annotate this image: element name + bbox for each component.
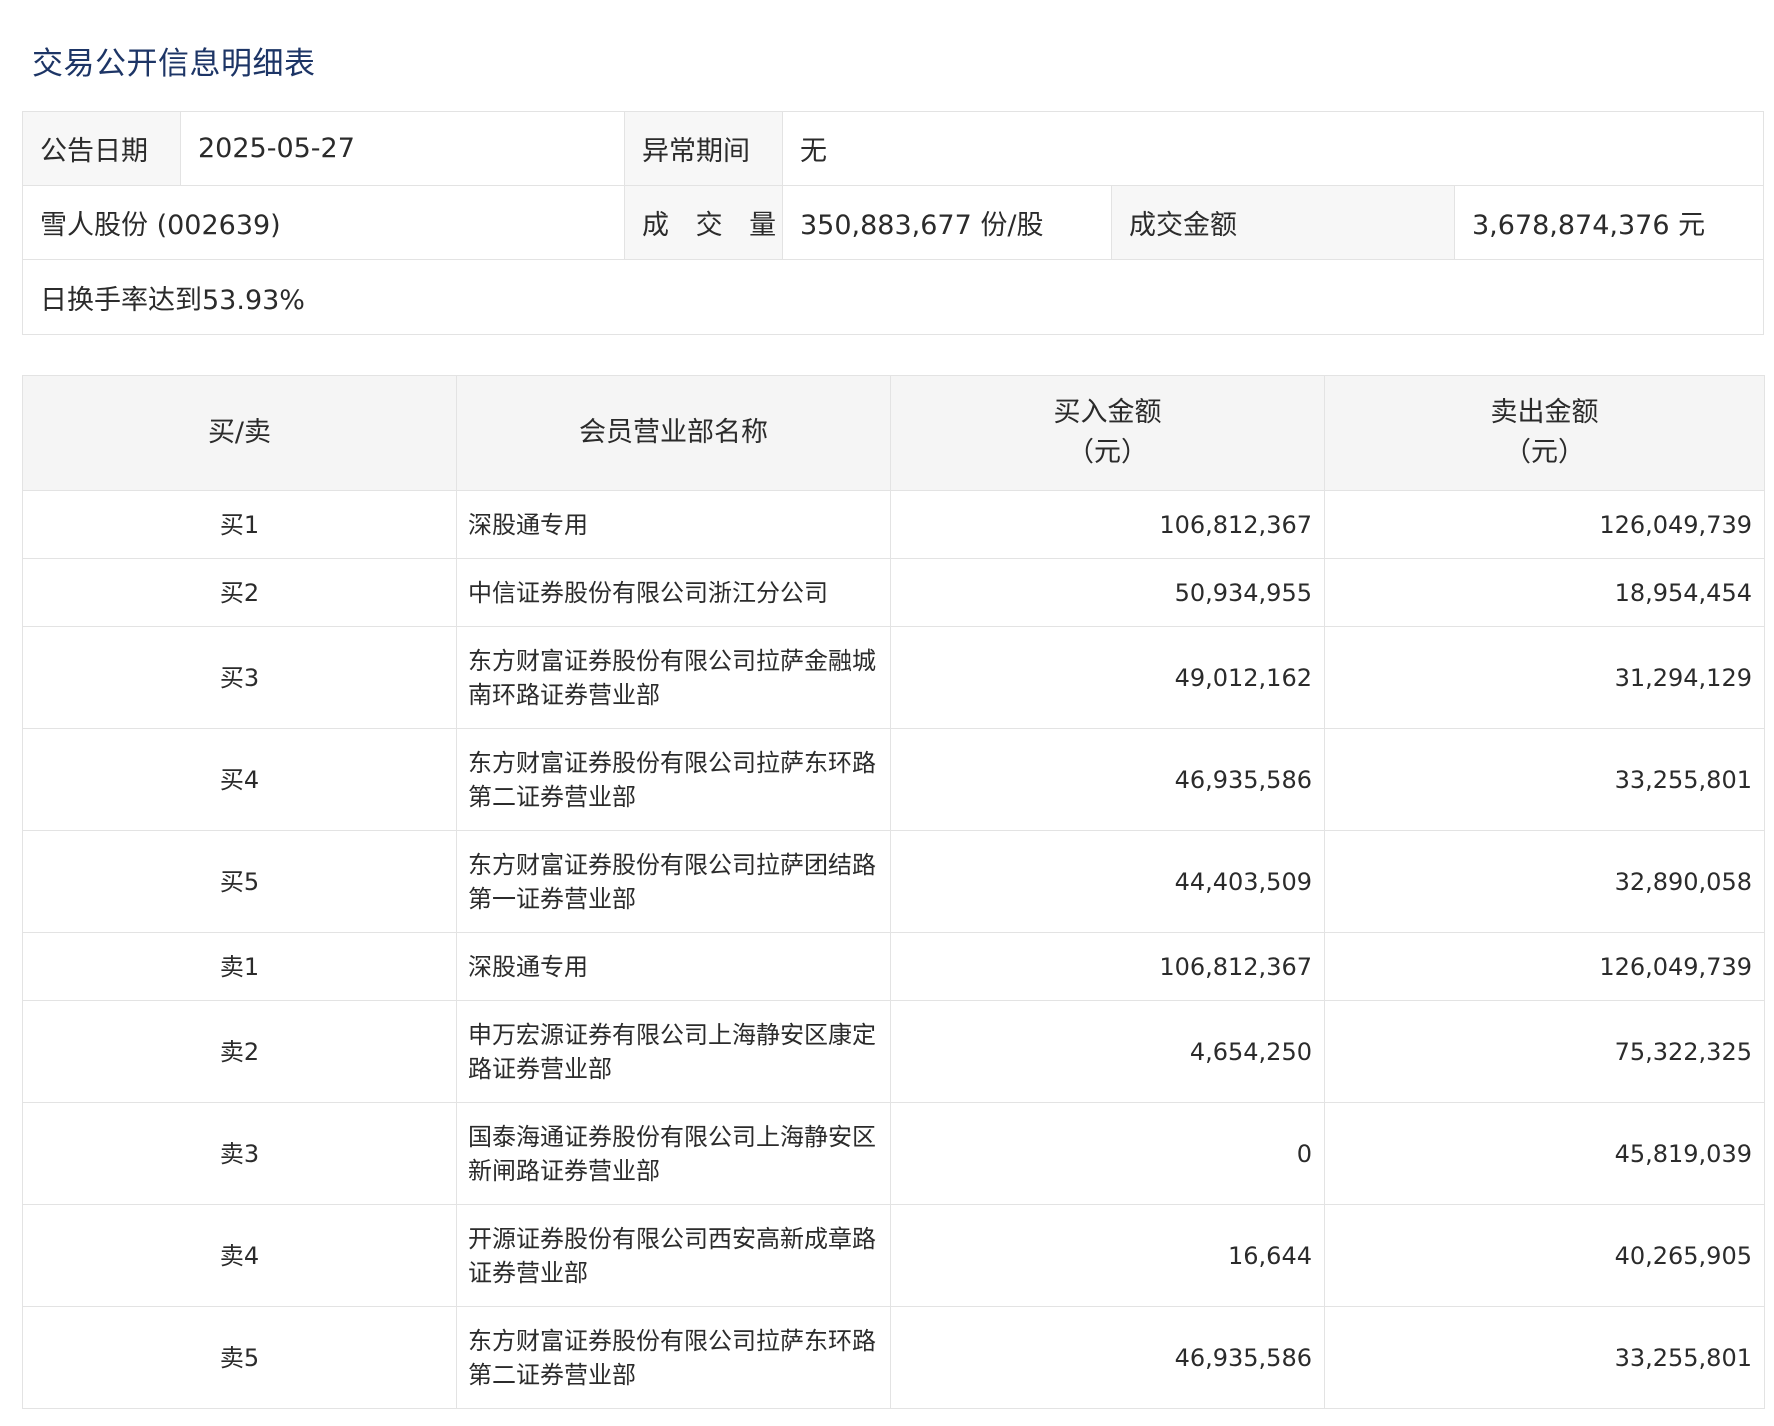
- stock-name: 雪人股份 (002639): [23, 186, 625, 259]
- row-side: 买3: [22, 626, 457, 729]
- row-buy-amount: 50,934,955: [890, 558, 1325, 627]
- row-buy-amount: 49,012,162: [890, 626, 1325, 729]
- row-buy-amount: 44,403,509: [890, 830, 1325, 933]
- detail-header-row: 买/卖 会员营业部名称 买入金额 （元） 卖出金额 （元）: [22, 375, 1765, 491]
- row-buy-amount: 0: [890, 1102, 1325, 1205]
- table-row: 卖2 申万宏源证券有限公司上海静安区康定路证券营业部 4,654,250 75,…: [22, 1000, 1765, 1103]
- row-member-name: 深股通专用: [456, 932, 891, 1001]
- row-side: 买1: [22, 490, 457, 559]
- row-sell-amount: 18,954,454: [1324, 558, 1765, 627]
- abnormal-period-value: 无: [783, 112, 1763, 185]
- summary-row-date: 公告日期 2025-05-27 异常期间 无: [23, 112, 1763, 186]
- header-buy-unit: （元）: [1067, 437, 1148, 468]
- row-side: 卖3: [22, 1102, 457, 1205]
- row-member-name: 东方财富证券股份有限公司拉萨东环路第二证券营业部: [456, 728, 891, 831]
- row-side: 买5: [22, 830, 457, 933]
- turnover-label: 成交金额: [1112, 186, 1455, 259]
- row-side: 买2: [22, 558, 457, 627]
- header-buy-amount: 买入金额 （元）: [890, 375, 1325, 491]
- volume-value: 350,883,677 份/股: [783, 186, 1112, 259]
- row-member-name: 开源证券股份有限公司西安高新成章路证券营业部: [456, 1204, 891, 1307]
- row-member-name: 东方财富证券股份有限公司拉萨金融城南环路证券营业部: [456, 626, 891, 729]
- table-row: 买4 东方财富证券股份有限公司拉萨东环路第二证券营业部 46,935,586 3…: [22, 728, 1765, 831]
- row-buy-amount: 46,935,586: [890, 728, 1325, 831]
- row-side: 卖2: [22, 1000, 457, 1103]
- row-side: 买4: [22, 728, 457, 831]
- table-row: 买1 深股通专用 106,812,367 126,049,739: [22, 490, 1765, 559]
- row-buy-amount: 106,812,367: [890, 932, 1325, 1001]
- row-sell-amount: 33,255,801: [1324, 728, 1765, 831]
- row-sell-amount: 75,322,325: [1324, 1000, 1765, 1103]
- header-buy-amount-label: 买入金额: [1053, 397, 1162, 428]
- header-member: 会员营业部名称: [456, 375, 891, 491]
- row-member-name: 东方财富证券股份有限公司拉萨东环路第二证券营业部: [456, 1306, 891, 1409]
- volume-label: 成 交 量: [625, 186, 783, 259]
- row-member-name: 深股通专用: [456, 490, 891, 559]
- table-row: 卖3 国泰海通证券股份有限公司上海静安区新闸路证券营业部 0 45,819,03…: [22, 1102, 1765, 1205]
- header-sell-amount: 卖出金额 （元）: [1324, 375, 1765, 491]
- summary-row-reason: 日换手率达到53.93%: [23, 260, 1763, 334]
- summary-table: 公告日期 2025-05-27 异常期间 无 雪人股份 (002639) 成 交…: [22, 111, 1764, 335]
- table-row: 卖5 东方财富证券股份有限公司拉萨东环路第二证券营业部 46,935,586 3…: [22, 1306, 1765, 1409]
- table-row: 卖1 深股通专用 106,812,367 126,049,739: [22, 932, 1765, 1001]
- announce-date-value: 2025-05-27: [181, 112, 625, 185]
- table-row: 卖4 开源证券股份有限公司西安高新成章路证券营业部 16,644 40,265,…: [22, 1204, 1765, 1307]
- table-row: 买3 东方财富证券股份有限公司拉萨金融城南环路证券营业部 49,012,162 …: [22, 626, 1765, 729]
- row-member-name: 东方财富证券股份有限公司拉萨团结路第一证券营业部: [456, 830, 891, 933]
- header-side: 买/卖: [22, 375, 457, 491]
- turnover-value: 3,678,874,376 元: [1455, 186, 1763, 259]
- row-buy-amount: 16,644: [890, 1204, 1325, 1307]
- row-member-name: 中信证券股份有限公司浙江分公司: [456, 558, 891, 627]
- reason-text: 日换手率达到53.93%: [23, 260, 1763, 334]
- row-sell-amount: 45,819,039: [1324, 1102, 1765, 1205]
- row-sell-amount: 32,890,058: [1324, 830, 1765, 933]
- page-title: 交易公开信息明细表: [32, 46, 316, 82]
- table-row: 买5 东方财富证券股份有限公司拉萨团结路第一证券营业部 44,403,509 3…: [22, 830, 1765, 933]
- header-sell-amount-label: 卖出金额: [1490, 397, 1599, 428]
- row-buy-amount: 4,654,250: [890, 1000, 1325, 1103]
- row-sell-amount: 31,294,129: [1324, 626, 1765, 729]
- row-member-name: 国泰海通证券股份有限公司上海静安区新闸路证券营业部: [456, 1102, 891, 1205]
- row-side: 卖1: [22, 932, 457, 1001]
- row-side: 卖4: [22, 1204, 457, 1307]
- detail-table: 买/卖 会员营业部名称 买入金额 （元） 卖出金额 （元） 买1 深股通专用 1…: [22, 375, 1765, 1409]
- announce-date-label: 公告日期: [23, 112, 181, 185]
- row-sell-amount: 126,049,739: [1324, 932, 1765, 1001]
- row-member-name: 申万宏源证券有限公司上海静安区康定路证券营业部: [456, 1000, 891, 1103]
- row-buy-amount: 106,812,367: [890, 490, 1325, 559]
- row-sell-amount: 126,049,739: [1324, 490, 1765, 559]
- abnormal-period-label: 异常期间: [625, 112, 783, 185]
- page: 交易公开信息明细表 公告日期 2025-05-27 异常期间 无 雪人股份 (0…: [0, 0, 1774, 1426]
- summary-row-volume: 雪人股份 (002639) 成 交 量 350,883,677 份/股 成交金额…: [23, 186, 1763, 260]
- row-sell-amount: 40,265,905: [1324, 1204, 1765, 1307]
- row-sell-amount: 33,255,801: [1324, 1306, 1765, 1409]
- table-row: 买2 中信证券股份有限公司浙江分公司 50,934,955 18,954,454: [22, 558, 1765, 627]
- row-side: 卖5: [22, 1306, 457, 1409]
- row-buy-amount: 46,935,586: [890, 1306, 1325, 1409]
- header-sell-unit: （元）: [1504, 437, 1585, 468]
